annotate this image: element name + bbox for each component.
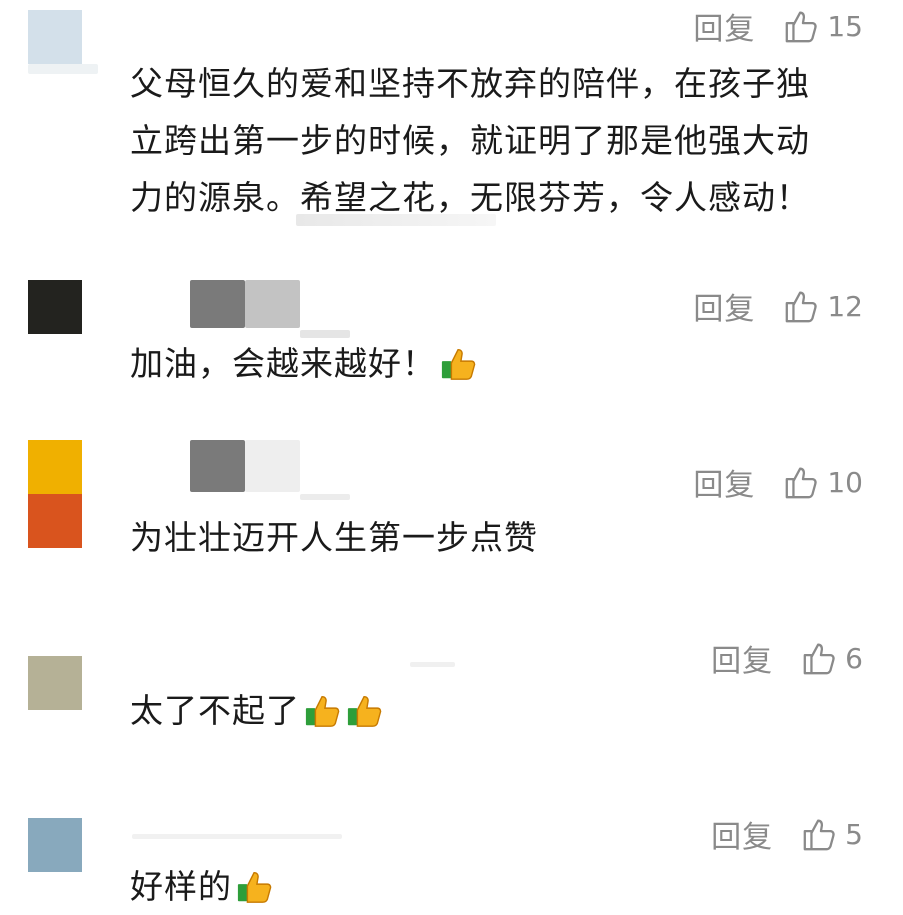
avatar[interactable]: [28, 818, 82, 872]
blurred-username: [300, 494, 350, 500]
thumbs-up-icon: [786, 467, 818, 499]
like-button[interactable]: 15: [783, 7, 863, 45]
thumbs-up-icon: [803, 819, 835, 851]
comment-text-row: 加油，会越来越好！: [130, 335, 843, 392]
like-count: 5: [845, 817, 863, 851]
thumbs-up-emoji-icon: [305, 695, 340, 727]
blurred-username: [245, 440, 300, 492]
comment-actions: 回复 6: [711, 636, 863, 680]
avatar[interactable]: [28, 656, 82, 710]
comment-text: 好样的: [130, 867, 232, 906]
thumbs-up-icon: [803, 643, 835, 675]
comment-text: 太了不起了: [130, 691, 300, 730]
like-count: 6: [845, 641, 863, 675]
comment-text: 为壮壮迈开人生第一步点赞: [130, 518, 538, 557]
avatar[interactable]: [28, 10, 82, 64]
comment-actions: 回复 5: [711, 812, 863, 856]
blurred-username: [410, 662, 455, 667]
like-count: 12: [827, 289, 863, 323]
blurred-username: [245, 280, 300, 328]
like-button[interactable]: 6: [801, 639, 863, 677]
reply-button[interactable]: 回复: [711, 812, 773, 856]
like-button[interactable]: 10: [783, 463, 863, 501]
reply-button[interactable]: 回复: [693, 460, 755, 504]
like-button[interactable]: 5: [801, 815, 863, 853]
thumbs-up-emoji-icon: [347, 695, 382, 727]
comment-actions: 回复 15: [693, 4, 863, 48]
blurred-username: [132, 834, 342, 839]
like-button[interactable]: 12: [783, 287, 863, 325]
blurred-username: [190, 280, 245, 328]
thumbs-up-emoji-icon: [441, 348, 476, 380]
reply-button[interactable]: 回复: [693, 4, 755, 48]
thumbs-up-icon: [786, 291, 818, 323]
reply-button[interactable]: 回复: [711, 636, 773, 680]
comment-actions: 回复 12: [693, 284, 863, 328]
thumbs-up-icon: [786, 11, 818, 43]
avatar[interactable]: [28, 280, 82, 334]
comment-actions: 回复 10: [693, 460, 863, 504]
blurred-username: [28, 64, 98, 74]
avatar[interactable]: [28, 440, 82, 494]
comment-text-row: 好样的: [130, 858, 843, 915]
comment-text-row: 太了不起了: [130, 682, 843, 739]
like-count: 15: [827, 9, 863, 43]
thumbs-up-emoji-icon: [237, 871, 272, 903]
reply-button[interactable]: 回复: [693, 284, 755, 328]
like-count: 10: [827, 465, 863, 499]
comment-text: 加油，会越来越好！: [130, 344, 436, 383]
blurred-username: [190, 440, 245, 492]
comment-text: 父母恒久的爱和坚持不放弃的陪伴，在孩子独立跨出第一步的时候，就证明了那是他强大动…: [130, 64, 810, 217]
blur-smudge: [296, 214, 496, 226]
avatar-lower: [28, 494, 82, 548]
